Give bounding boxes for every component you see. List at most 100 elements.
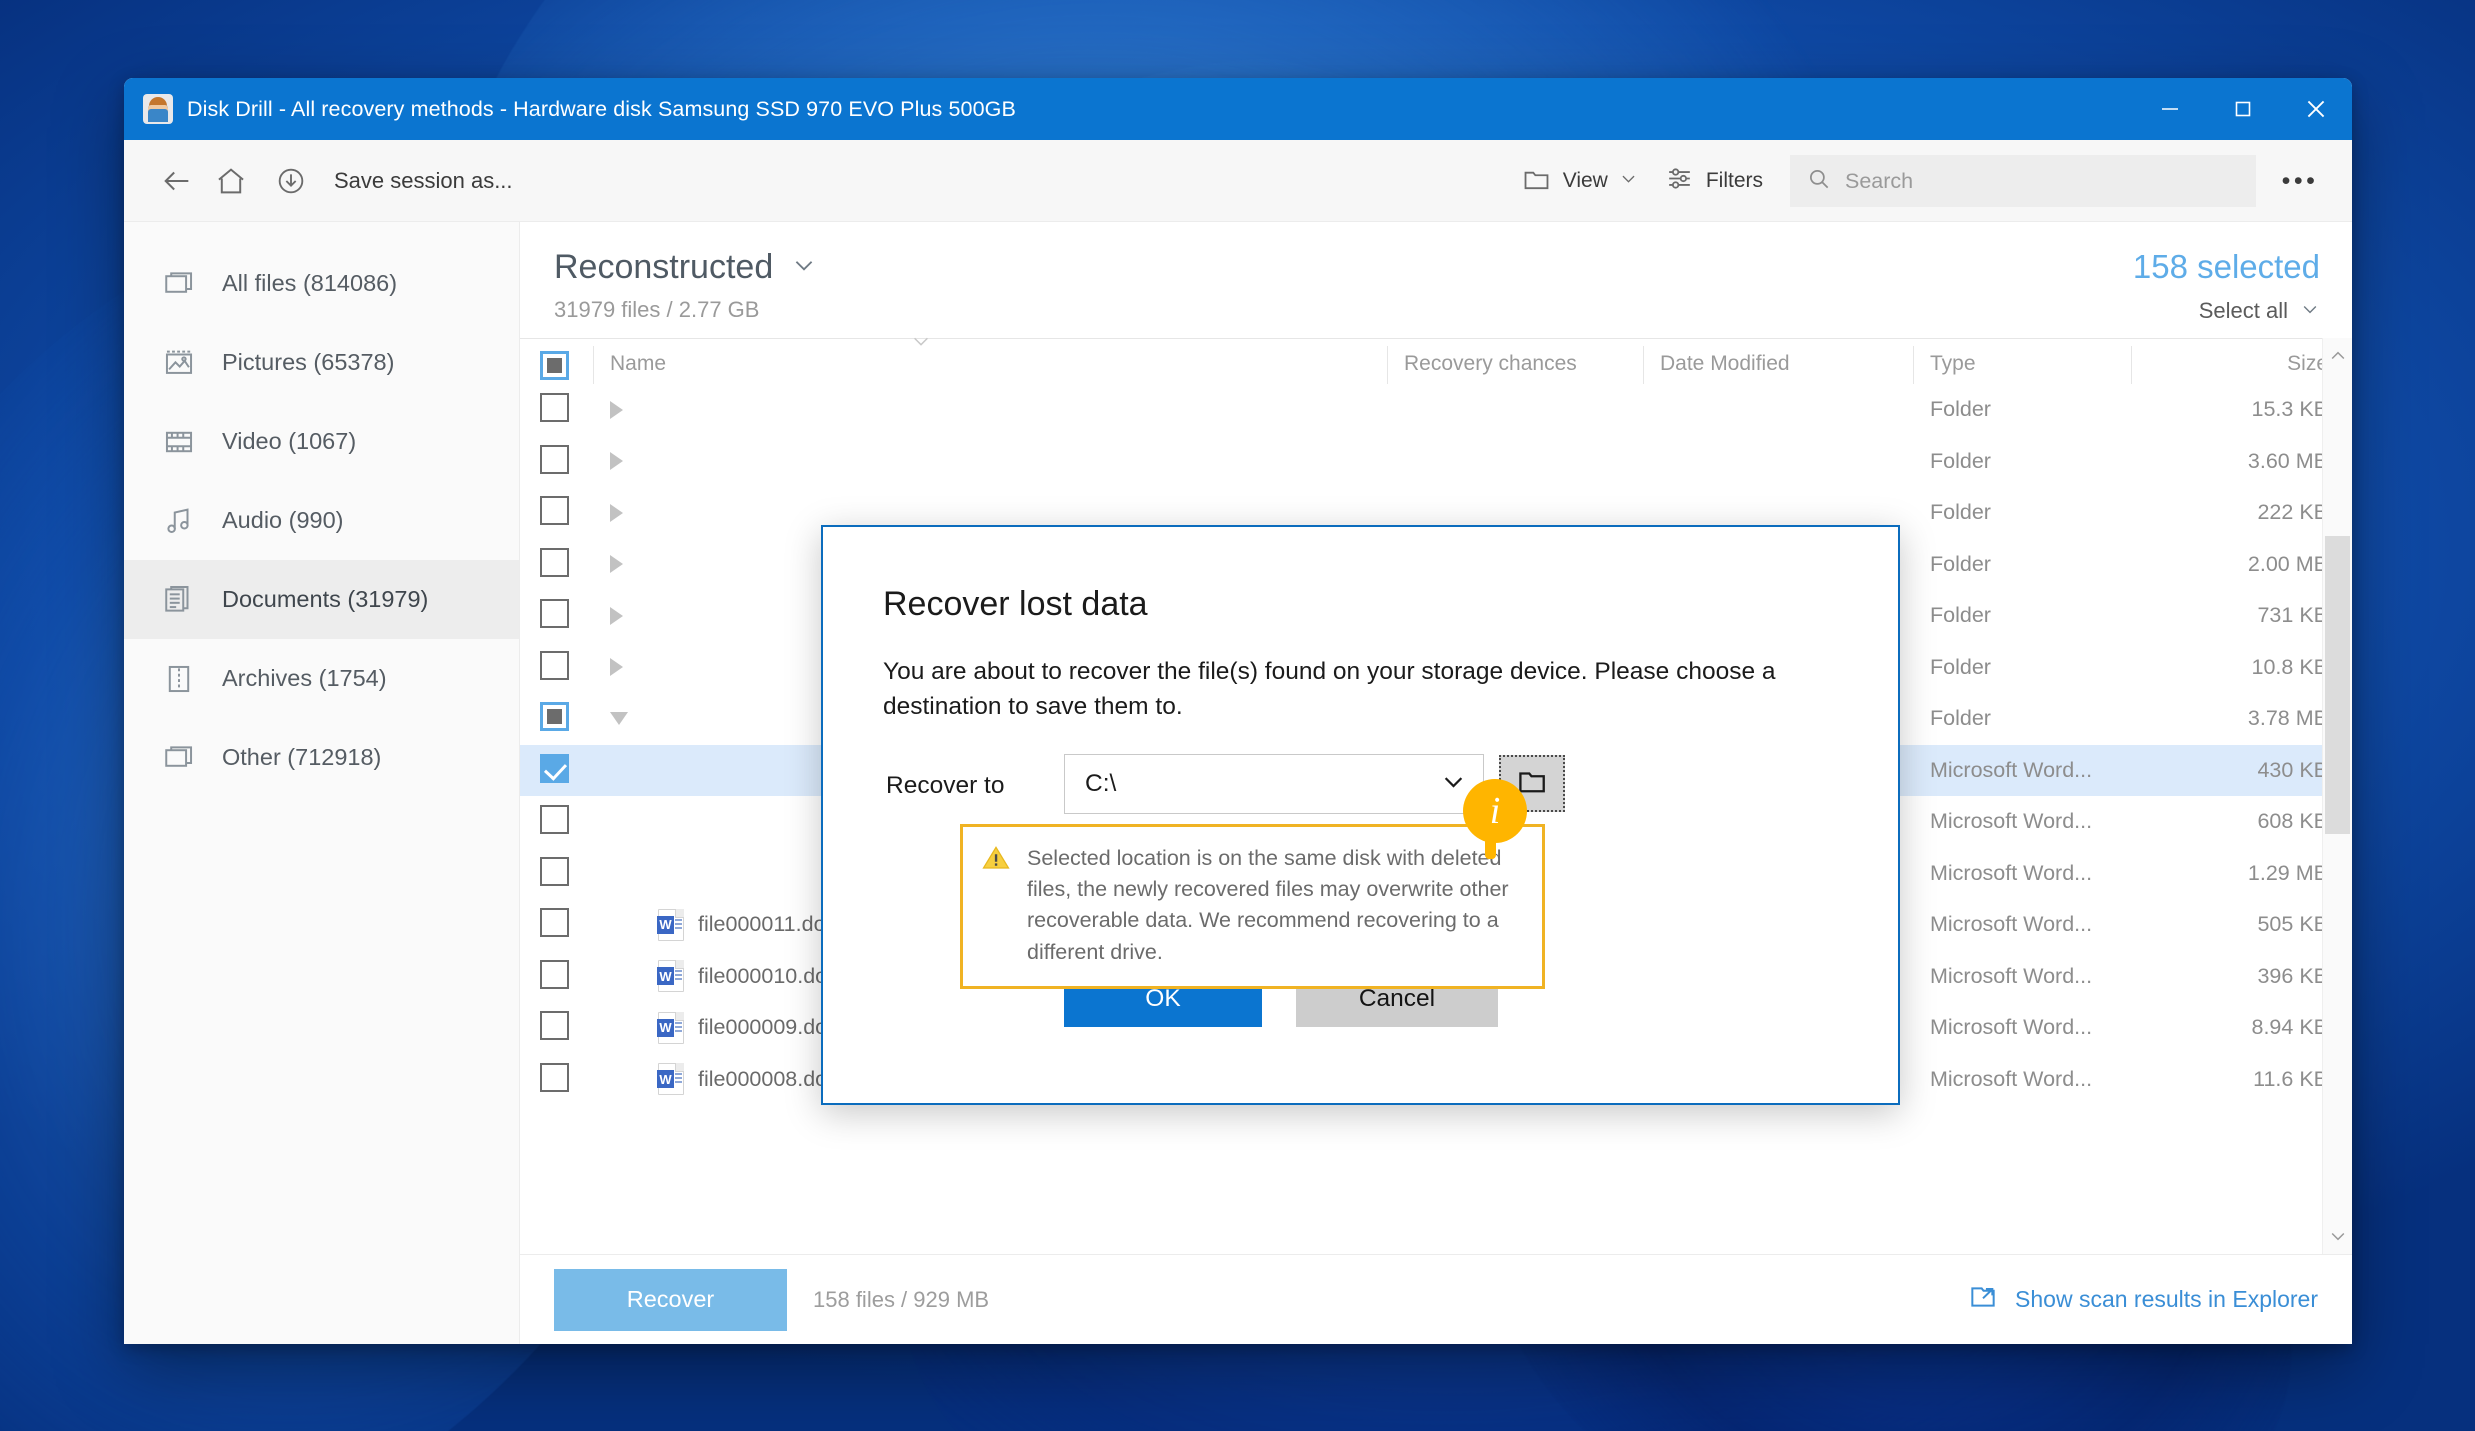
- expander-collapsed-icon[interactable]: [610, 555, 623, 574]
- home-icon[interactable]: [204, 154, 258, 208]
- expander-slot[interactable]: [610, 555, 644, 574]
- search-input[interactable]: Search: [1790, 155, 2256, 207]
- bottom-bar: Recover 158 files / 929 MB Show scan res…: [520, 1254, 2352, 1344]
- row-checkbox[interactable]: [540, 805, 569, 835]
- sidebar-item-pictures[interactable]: Pictures (65378): [124, 323, 519, 402]
- row-checkbox[interactable]: [540, 908, 569, 938]
- column-header-type[interactable]: Type: [1913, 346, 2132, 384]
- maximize-button[interactable]: [2206, 78, 2279, 140]
- row-checkbox[interactable]: [540, 959, 569, 989]
- expander-slot[interactable]: [610, 503, 644, 522]
- expander-collapsed-icon[interactable]: [610, 658, 623, 677]
- select-all-checkbox[interactable]: [540, 351, 569, 380]
- row-checkbox-cell: [540, 908, 594, 941]
- recover-lost-data-dialog: Recover lost data You are about to recov…: [821, 525, 1900, 1105]
- scroll-down-icon[interactable]: [2323, 1218, 2352, 1254]
- sort-caret-icon: [910, 330, 932, 358]
- expander-collapsed-icon[interactable]: [610, 606, 623, 625]
- row-checkbox[interactable]: [540, 444, 569, 474]
- row-checkbox-cell: [540, 856, 594, 890]
- save-session-button[interactable]: Save session as...: [258, 154, 527, 208]
- row-checkbox[interactable]: [540, 650, 569, 680]
- table-header-row: Name Recovery chances Date Modified Type: [520, 337, 2352, 384]
- cell-type: Microsoft Word...: [1930, 809, 2093, 834]
- audio-icon: [162, 504, 196, 538]
- row-checkbox[interactable]: [540, 856, 569, 886]
- column-header-size[interactable]: Size: [2131, 346, 2352, 384]
- row-checkbox[interactable]: [540, 599, 569, 629]
- vertical-scrollbar[interactable]: [2322, 338, 2352, 1254]
- column-header-date-modified[interactable]: Date Modified: [1643, 346, 1914, 384]
- column-header-recovery-chances[interactable]: Recovery chances: [1387, 346, 1644, 384]
- cell-type: Microsoft Word...: [1930, 757, 2093, 782]
- filters-button[interactable]: Filters: [1651, 154, 1776, 208]
- scrollbar-track[interactable]: [2323, 374, 2352, 1218]
- more-options-button[interactable]: •••: [2270, 154, 2330, 208]
- row-checkbox[interactable]: [540, 702, 569, 732]
- row-checkbox-cell: [540, 702, 594, 735]
- selected-count[interactable]: 158 selected: [2133, 248, 2320, 286]
- row-checkbox[interactable]: [540, 1011, 569, 1041]
- filters-label: Filters: [1705, 169, 1763, 192]
- window-controls: [2133, 78, 2352, 140]
- recover-button[interactable]: Recover: [554, 1268, 787, 1331]
- app-logo-icon: [143, 94, 173, 124]
- column-header-name[interactable]: Name: [593, 337, 1388, 384]
- folder-icon: [1521, 163, 1552, 200]
- expander-collapsed-icon[interactable]: [610, 452, 623, 471]
- cell-type: Folder: [1930, 397, 1991, 422]
- row-checkbox-cell: [540, 805, 594, 838]
- cell-size: 8.94 KB: [2251, 1015, 2329, 1040]
- expander-slot[interactable]: [610, 400, 644, 419]
- sidebar-item-other[interactable]: Other (712918): [124, 718, 519, 797]
- row-checkbox[interactable]: [540, 753, 569, 783]
- expander-collapsed-icon[interactable]: [610, 400, 623, 419]
- row-checkbox[interactable]: [540, 547, 569, 577]
- expander-slot[interactable]: [610, 452, 644, 471]
- select-all-button[interactable]: Select all: [2199, 298, 2320, 324]
- expander-slot[interactable]: [610, 606, 644, 625]
- sidebar-item-all-files[interactable]: All files (814086): [124, 244, 519, 323]
- dialog-title: Recover lost data: [883, 585, 1148, 623]
- cell-type: Folder: [1930, 654, 1991, 679]
- info-badge-icon[interactable]: i: [1463, 779, 1527, 859]
- files-icon: [162, 267, 196, 301]
- expander-slot[interactable]: [610, 658, 644, 677]
- picture-icon: [162, 346, 196, 380]
- sidebar-item-video[interactable]: Video (1067): [124, 402, 519, 481]
- sidebar-item-documents[interactable]: Documents (31979): [124, 560, 519, 639]
- show-scan-results-button[interactable]: Show scan results in Explorer: [1967, 1281, 2318, 1318]
- sidebar-item-archives[interactable]: Archives (1754): [124, 639, 519, 718]
- expander-collapsed-icon[interactable]: [610, 503, 623, 522]
- row-checkbox[interactable]: [540, 1062, 569, 1092]
- back-button[interactable]: [150, 154, 204, 208]
- minimize-button[interactable]: [2133, 78, 2206, 140]
- row-checkbox[interactable]: [540, 393, 569, 423]
- chevron-down-icon: [1440, 768, 1467, 800]
- scope-selector[interactable]: Reconstructed: [554, 248, 817, 287]
- row-checkbox-cell: [540, 444, 594, 478]
- sidebar: All files (814086) Pictures (65378) Vide…: [124, 222, 520, 1344]
- expander-expanded-icon[interactable]: [610, 712, 628, 726]
- view-button[interactable]: View: [1508, 154, 1651, 208]
- chevron-down-icon: [2300, 299, 2320, 324]
- show-scan-results-label: Show scan results in Explorer: [2015, 1286, 2318, 1312]
- expander-slot[interactable]: [610, 712, 644, 726]
- close-button[interactable]: [2279, 78, 2352, 140]
- content-header-right: 158 selected Select all: [2133, 248, 2320, 324]
- scrollbar-thumb[interactable]: [2325, 536, 2350, 834]
- cell-type: Folder: [1930, 448, 1991, 473]
- row-checkbox-cell: [540, 650, 594, 684]
- row-checkbox[interactable]: [540, 496, 569, 526]
- table-row[interactable]: Folder 3.60 MB: [520, 436, 2352, 488]
- title-bar[interactable]: Disk Drill - All recovery methods - Hard…: [124, 78, 2352, 140]
- destination-dropdown[interactable]: C:\: [1064, 754, 1484, 814]
- cell-type: Folder: [1930, 500, 1991, 525]
- cell-size: 222 KB: [2257, 500, 2328, 525]
- sidebar-item-audio[interactable]: Audio (990): [124, 481, 519, 560]
- warning-tooltip: Selected location is on the same disk wi…: [960, 824, 1545, 989]
- cell-type: Folder: [1930, 706, 1991, 731]
- table-row[interactable]: Folder 15.3 KB: [520, 384, 2352, 436]
- cell-size: 505 KB: [2257, 912, 2328, 937]
- scroll-up-icon[interactable]: [2323, 338, 2352, 374]
